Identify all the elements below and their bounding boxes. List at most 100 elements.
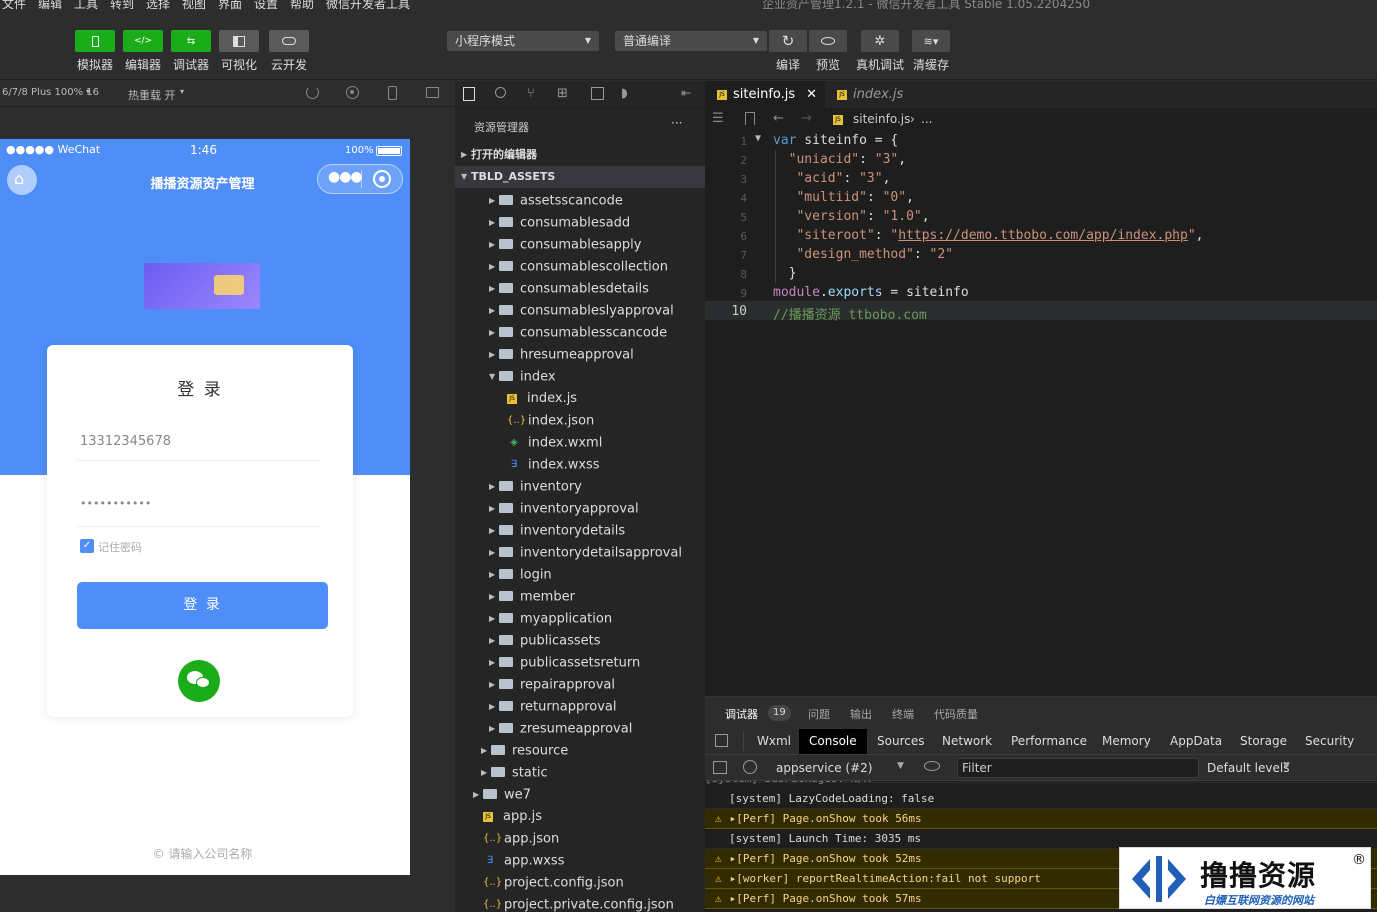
menu-goto[interactable]: 转到 xyxy=(110,0,134,10)
folder-item[interactable]: ▶ inventorydetails xyxy=(455,520,705,542)
folder-item[interactable]: ▶ consumablescollection xyxy=(455,256,705,278)
compile-button[interactable]: ↻ xyxy=(769,30,807,52)
explorer-more-button[interactable]: ··· xyxy=(671,116,682,130)
folder-item[interactable]: ▶ repairapproval xyxy=(455,674,705,696)
back-arrow-icon[interactable]: ← xyxy=(773,111,784,126)
devtools-tab-network[interactable]: Network xyxy=(942,734,992,748)
folder-item[interactable]: ▶ myapplication xyxy=(455,608,705,630)
file-item[interactable]: {..} project.private.config.json xyxy=(455,894,705,912)
wechat-login-button[interactable] xyxy=(178,660,220,702)
file-item[interactable]: ◈ index.wxml xyxy=(455,432,705,454)
breadcrumb-file[interactable]: siteinfo.js xyxy=(853,112,910,126)
file-item[interactable]: {..} index.json xyxy=(455,410,705,432)
tab-siteinfo-js[interactable]: JS siteinfo.js ✕ xyxy=(705,81,825,109)
project-root-section[interactable]: ▼ TBLD_ASSETS xyxy=(455,166,705,188)
remote-debug-button[interactable]: ✲ xyxy=(861,30,899,52)
folder-item[interactable]: ▶ inventory xyxy=(455,476,705,498)
context-select[interactable]: appservice (#2) xyxy=(776,761,872,775)
sidebar-toggle-icon[interactable] xyxy=(713,761,727,774)
folder-item[interactable]: ▶ consumablesscancode xyxy=(455,322,705,344)
menu-devtools[interactable]: 微信开发者工具 xyxy=(326,0,410,10)
breadcrumb-symbol[interactable]: ... xyxy=(921,112,932,126)
console-log-row[interactable]: [system] Launch Time: 3035 ms xyxy=(705,829,1377,849)
window-icon[interactable] xyxy=(426,87,439,98)
hot-reload-toggle[interactable]: 热重载 开 xyxy=(128,87,176,103)
devtools-tab-security[interactable]: Security xyxy=(1305,734,1354,748)
file-item[interactable]: ∃ app.wxss xyxy=(455,850,705,872)
fold-chevron-icon[interactable]: ▼ xyxy=(755,133,761,144)
menu-select[interactable]: 选择 xyxy=(146,0,170,10)
devtools-tab-appdata[interactable]: AppData xyxy=(1170,734,1222,748)
list-icon[interactable]: ☰ xyxy=(712,111,724,126)
simulator-toggle-button[interactable] xyxy=(75,30,115,52)
console-filter-input[interactable]: Filter xyxy=(957,758,1199,778)
file-item[interactable]: {..} project.config.json xyxy=(455,872,705,894)
tab-output[interactable]: 输出 xyxy=(850,706,872,722)
cloud-dev-button[interactable] xyxy=(269,30,309,52)
git-icon[interactable]: ⑂ xyxy=(527,86,535,101)
close-miniprogram-icon[interactable] xyxy=(373,170,391,188)
folder-item[interactable]: ▼ index xyxy=(455,366,705,388)
bookmark-icon[interactable] xyxy=(745,112,755,125)
folder-item[interactable]: ▶ we7 xyxy=(455,784,705,806)
inspect-icon[interactable] xyxy=(715,734,728,747)
close-icon[interactable]: ✕ xyxy=(806,81,817,109)
folder-item[interactable]: ▶ login xyxy=(455,564,705,586)
devtools-tab-storage[interactable]: Storage xyxy=(1240,734,1287,748)
rotate-icon[interactable] xyxy=(306,86,319,99)
log-levels-select[interactable]: Default levels xyxy=(1207,761,1289,775)
folder-item[interactable]: ▶ consumableslyapproval xyxy=(455,300,705,322)
record-icon[interactable] xyxy=(346,86,359,99)
folder-item[interactable]: ▶ assetsscancode xyxy=(455,190,705,212)
forward-arrow-icon[interactable]: → xyxy=(801,111,812,126)
menu-view[interactable]: 视图 xyxy=(182,0,206,10)
login-button[interactable]: 登 录 xyxy=(77,582,328,629)
menu-edit[interactable]: 编辑 xyxy=(38,0,62,10)
phone-input[interactable]: 13312345678 xyxy=(80,434,320,449)
tab-debugger[interactable]: 调试器 xyxy=(725,706,758,722)
debugger-toggle-button[interactable]: ⇆ xyxy=(171,30,211,52)
preview-button[interactable] xyxy=(809,30,847,52)
folder-item[interactable]: ▶ static xyxy=(455,762,705,784)
console-warning-row[interactable]: ⚠ ▸[Perf] Page.onShow took 56ms xyxy=(705,809,1377,829)
folder-item[interactable]: ▶ returnapproval xyxy=(455,696,705,718)
collapse-panel-icon[interactable]: ⇤ xyxy=(681,86,691,100)
password-input[interactable]: ••••••••••• xyxy=(80,497,320,510)
menu-file[interactable]: 文件 xyxy=(2,0,26,10)
visual-button[interactable] xyxy=(219,30,259,52)
compile-select[interactable]: 普通编译 ▼ xyxy=(615,31,767,51)
devtools-tab-memory[interactable]: Memory xyxy=(1102,734,1151,748)
open-editors-section[interactable]: ▶ 打开的编辑器 xyxy=(455,144,705,166)
file-item[interactable]: ∃ index.wxss xyxy=(455,454,705,476)
devtools-tab-wxml[interactable]: Wxml xyxy=(757,734,791,748)
folder-item[interactable]: ▶ inventoryapproval xyxy=(455,498,705,520)
folder-item[interactable]: ▶ consumablesadd xyxy=(455,212,705,234)
remember-checkbox[interactable]: ✓ xyxy=(80,539,94,553)
menu-tools[interactable]: 工具 xyxy=(74,0,98,10)
devtools-tab-performance[interactable]: Performance xyxy=(1011,734,1087,748)
devtools-tab-sources[interactable]: Sources xyxy=(877,734,924,748)
more-icon[interactable]: ●●● xyxy=(328,169,363,185)
folder-item[interactable]: ▶ publicassetsreturn xyxy=(455,652,705,674)
devtools-tab-console[interactable]: Console xyxy=(799,729,867,754)
tab-terminal[interactable]: 终端 xyxy=(892,706,914,722)
folder-item[interactable]: ▶ inventorydetailsapproval xyxy=(455,542,705,564)
tab-issues[interactable]: 问题 xyxy=(808,706,830,722)
menu-settings[interactable]: 设置 xyxy=(254,0,278,10)
folder-item[interactable]: ▶ member xyxy=(455,586,705,608)
device-select[interactable]: 6/7/8 Plus 100% 16 xyxy=(2,87,99,98)
search-icon[interactable] xyxy=(495,87,506,98)
folder-item[interactable]: ▶ hresumeapproval xyxy=(455,344,705,366)
tab-index-js[interactable]: JS index.js xyxy=(825,81,945,109)
code-editor[interactable]: ▼ 1 var siteinfo = {2 "uniacid": "3", 3 "a… xyxy=(705,131,1377,696)
file-item[interactable]: JS app.js xyxy=(455,806,705,828)
extensions-icon[interactable]: ⊞ xyxy=(557,86,568,101)
file-item[interactable]: {..} app.json xyxy=(455,828,705,850)
eye-icon[interactable] xyxy=(924,761,940,771)
tab-code-quality[interactable]: 代码质量 xyxy=(934,706,978,722)
editor-toggle-button[interactable]: </> xyxy=(123,30,163,52)
folder-item[interactable]: ▶ consumablesdetails xyxy=(455,278,705,300)
folder-item[interactable]: ▶ publicassets xyxy=(455,630,705,652)
console-log-row[interactable]: [system] LazyCodeLoading: false xyxy=(705,789,1377,809)
outline-icon[interactable] xyxy=(591,87,604,100)
